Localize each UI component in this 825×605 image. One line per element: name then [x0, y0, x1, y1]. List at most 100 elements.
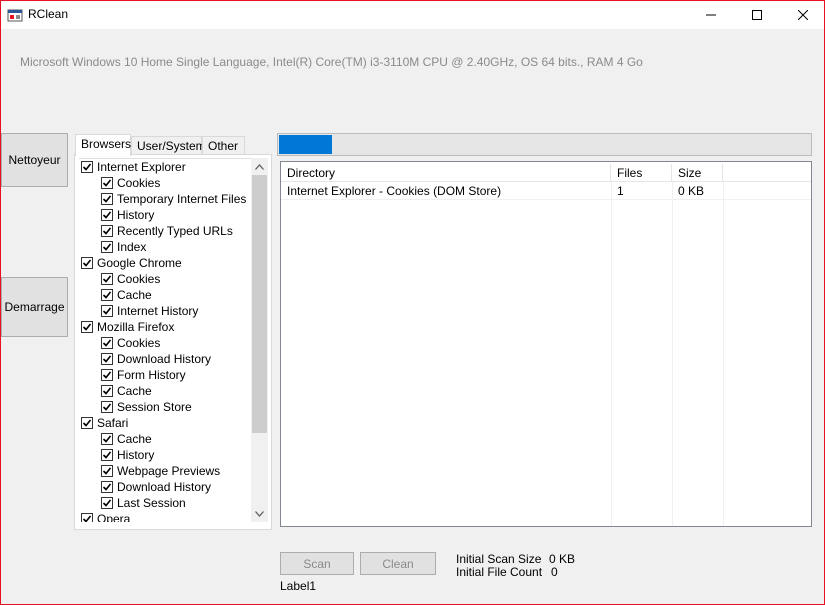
tree-child-node[interactable]: Cookies	[79, 175, 251, 191]
tree-child-node[interactable]: Recently Typed URLs	[79, 223, 251, 239]
tree-node-label: Opera	[97, 512, 131, 522]
tree-node-label: History	[117, 208, 155, 222]
tree-child-node[interactable]: Cache	[79, 287, 251, 303]
checkbox[interactable]	[101, 193, 113, 205]
tree-child-node[interactable]: Cache	[79, 431, 251, 447]
checkbox[interactable]	[101, 433, 113, 445]
close-button[interactable]	[780, 1, 825, 29]
checkbox[interactable]	[81, 513, 93, 522]
checkbox[interactable]	[101, 369, 113, 381]
results-list[interactable]: Directory Files Size Internet Explorer -…	[280, 161, 812, 527]
gridline	[723, 182, 724, 526]
chevron-down-icon	[255, 510, 264, 517]
checkbox[interactable]	[101, 465, 113, 477]
scroll-thumb[interactable]	[252, 175, 267, 433]
tree-node-label: Cache	[117, 288, 152, 302]
gridline	[611, 182, 612, 526]
table-cell: 0 KB	[678, 184, 705, 198]
column-header-empty	[723, 164, 811, 182]
checkbox[interactable]	[101, 449, 113, 461]
label1: Label1	[280, 579, 317, 593]
nettoyeur-button[interactable]: Nettoyeur	[1, 133, 68, 187]
tree-node-label: History	[117, 448, 155, 462]
scroll-up-button[interactable]	[251, 158, 268, 175]
tree-child-node[interactable]: Internet History	[79, 303, 251, 319]
checkbox[interactable]	[101, 353, 113, 365]
scroll-down-button[interactable]	[251, 505, 268, 522]
checkbox[interactable]	[101, 401, 113, 413]
checkbox[interactable]	[101, 481, 113, 493]
tree-node-label: Form History	[117, 368, 186, 382]
tree-child-node[interactable]: Download History	[79, 351, 251, 367]
tree-node-label: Index	[117, 240, 147, 254]
checkbox[interactable]	[81, 257, 93, 269]
initial-file-count-value: 0	[551, 565, 558, 579]
column-header-size[interactable]: Size	[672, 164, 723, 182]
tab-user-system[interactable]: User/System	[131, 136, 206, 155]
checkbox[interactable]	[101, 225, 113, 237]
checkbox[interactable]	[81, 161, 93, 173]
tree-child-node[interactable]: Cookies	[79, 335, 251, 351]
tree-child-node[interactable]: Temporary Internet Files	[79, 191, 251, 207]
tree-node[interactable]: Safari	[79, 415, 251, 431]
tree-scrollbar[interactable]	[251, 158, 268, 522]
checkbox[interactable]	[101, 177, 113, 189]
tree-child-node[interactable]: Cookies	[79, 271, 251, 287]
tab-browsers[interactable]: Browsers	[75, 134, 131, 156]
checkbox[interactable]	[81, 417, 93, 429]
tree-node-label: Last Session	[117, 496, 186, 510]
tree-child-node[interactable]: Webpage Previews	[79, 463, 251, 479]
tree-child-node[interactable]: Cache	[79, 383, 251, 399]
checkbox[interactable]	[101, 497, 113, 509]
tree-node-label: Temporary Internet Files	[117, 192, 247, 206]
window-title: RClean	[28, 7, 69, 21]
checkbox[interactable]	[101, 385, 113, 397]
tree-child-node[interactable]: History	[79, 447, 251, 463]
tree-child-node[interactable]: Index	[79, 239, 251, 255]
clean-button[interactable]: Clean	[360, 552, 436, 575]
tree-node-label: Cookies	[117, 272, 161, 286]
tab-other[interactable]: Other	[202, 136, 245, 155]
checkbox[interactable]	[101, 273, 113, 285]
tree-node-label: Internet History	[117, 304, 199, 318]
column-header-directory[interactable]: Directory	[281, 164, 611, 182]
checkbox[interactable]	[101, 289, 113, 301]
close-icon	[798, 10, 808, 20]
column-header-files[interactable]: Files	[611, 164, 672, 182]
tree-node[interactable]: Opera	[79, 511, 251, 522]
app-window: RClean Microsoft Windows 10 Home Single …	[0, 0, 825, 605]
demarrage-button[interactable]: Demarrage	[1, 277, 68, 337]
header-divider	[281, 181, 811, 182]
tree-node[interactable]: Mozilla Firefox	[79, 319, 251, 335]
tree-node-label: Cookies	[117, 336, 161, 350]
checkbox[interactable]	[101, 337, 113, 349]
tree-child-node[interactable]: Last Session	[79, 495, 251, 511]
table-row[interactable]: Internet Explorer - Cookies (DOM Store) 1…	[281, 183, 811, 200]
tree-node-label: Cache	[117, 432, 152, 446]
list-header: Directory Files Size	[281, 164, 811, 182]
checkbox[interactable]	[81, 321, 93, 333]
initial-scan-size-value: 0 KB	[549, 552, 576, 566]
tree-child-node[interactable]: History	[79, 207, 251, 223]
tree-node[interactable]: Google Chrome	[79, 255, 251, 271]
tree-node-label: Recently Typed URLs	[117, 224, 233, 238]
tree-node-label: Download History	[117, 480, 212, 494]
initial-scan-size-label: Initial Scan Size	[456, 552, 542, 566]
checkbox[interactable]	[101, 209, 113, 221]
tree-node-label: Webpage Previews	[117, 464, 221, 478]
tree-child-node[interactable]: Session Store	[79, 399, 251, 415]
tree-node-label: Cookies	[117, 176, 161, 190]
tree-node-label: Internet Explorer	[97, 160, 186, 174]
scan-button[interactable]: Scan	[280, 552, 354, 575]
initial-file-count-label: Initial File Count	[456, 565, 543, 579]
tree-child-node[interactable]: Download History	[79, 479, 251, 495]
checkbox[interactable]	[101, 305, 113, 317]
maximize-button[interactable]	[734, 1, 780, 29]
checkbox[interactable]	[101, 241, 113, 253]
table-cell: Internet Explorer - Cookies (DOM Store)	[287, 184, 502, 198]
title-bar[interactable]: RClean	[1, 1, 824, 29]
tree-node[interactable]: Internet Explorer	[79, 159, 251, 175]
scan-progress-bar	[277, 133, 812, 156]
tree-child-node[interactable]: Form History	[79, 367, 251, 383]
minimize-button[interactable]	[688, 1, 734, 29]
